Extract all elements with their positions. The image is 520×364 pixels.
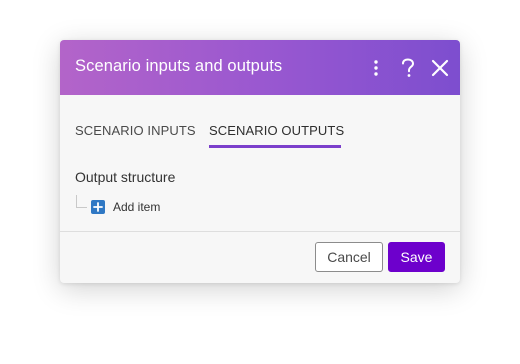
- footer-divider: [60, 231, 460, 232]
- tab-bar: SCENARIO INPUTS SCENARIO OUTPUTS: [60, 95, 460, 151]
- add-item-button[interactable]: Add item: [91, 199, 160, 215]
- close-button[interactable]: [428, 54, 452, 82]
- tab-scenario-outputs[interactable]: SCENARIO OUTPUTS: [209, 123, 344, 138]
- close-icon: [431, 59, 449, 77]
- scenario-io-dialog: Scenario inputs and outputs SCENARIO INP…: [60, 40, 460, 283]
- help-icon: [402, 58, 415, 77]
- save-button[interactable]: Save: [388, 242, 445, 272]
- output-structure-heading: Output structure: [75, 169, 176, 185]
- add-item-label: Add item: [113, 200, 161, 214]
- dialog-header: Scenario inputs and outputs: [60, 40, 460, 95]
- more-options-button[interactable]: [368, 54, 384, 82]
- dialog-title: Scenario inputs and outputs: [75, 57, 283, 75]
- plus-icon: [91, 200, 105, 214]
- cancel-button[interactable]: Cancel: [315, 242, 383, 272]
- active-tab-indicator: [209, 145, 341, 148]
- more-vertical-icon: [374, 60, 378, 76]
- help-button[interactable]: [398, 54, 418, 82]
- tab-scenario-inputs[interactable]: SCENARIO INPUTS: [75, 123, 196, 138]
- tree-connector-line: [76, 195, 87, 208]
